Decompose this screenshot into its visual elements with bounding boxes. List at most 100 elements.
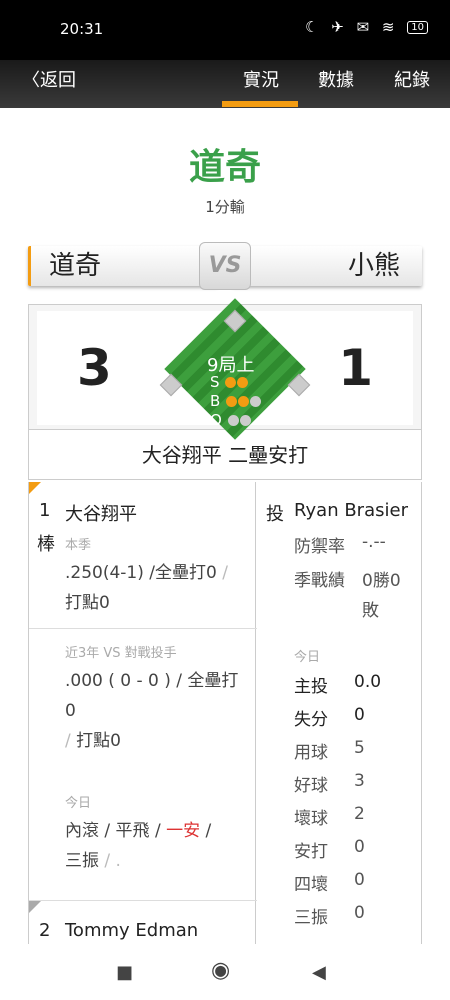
recent-apps-icon[interactable]: ■ (116, 962, 133, 983)
vs-pitcher-stats: .000 ( 0 - 0 ) / 全壘打 0 / 打點0 (65, 666, 251, 756)
vs-icon: VS (199, 242, 251, 290)
batter-label: 棒 (37, 534, 55, 555)
season-label: 本季 (65, 538, 92, 553)
next-batting-order: 2 (39, 920, 51, 941)
today-label: 今日 (65, 796, 92, 811)
field-diamond: 9局上 S B O (159, 298, 311, 440)
strike-dot (237, 377, 249, 388)
tab-record[interactable]: 紀錄 (394, 66, 430, 92)
out-dot (239, 415, 251, 426)
ball-label: B (210, 392, 221, 410)
battery-icon: 10 (407, 21, 428, 34)
winner-team: 道奇 (188, 147, 261, 188)
next-batter-name[interactable]: Tommy Edman (65, 920, 198, 941)
batting-order: 1 (39, 500, 51, 521)
stat-value: 3 (354, 771, 365, 791)
back-icon[interactable]: ◀ (312, 962, 326, 983)
record-row: 季戰績 0勝0 敗 (294, 566, 401, 621)
stat-value: 0.0 (354, 672, 382, 692)
stat-label: 用球 (294, 743, 328, 763)
stat-label: 三振 (294, 908, 328, 928)
pitcher-stat-row: 壞球 2 (294, 804, 365, 829)
pitcher-label: 投 (266, 504, 284, 525)
batter-name[interactable]: 大谷翔平 (65, 500, 137, 526)
current-batter-flag (29, 482, 41, 494)
out-label: O (210, 411, 222, 429)
strike-dot (225, 377, 237, 388)
pitcher-stat-row: 三振 0 (294, 903, 365, 928)
scoreboard-inner: 3 1 9局上 S B O (37, 298, 413, 440)
era-row: 防禦率 -.-- (294, 532, 386, 557)
pitcher-stat-row: 四壞 0 (294, 870, 365, 895)
separator: / (99, 821, 116, 841)
batter-panel: 1 棒 大谷翔平 本季 .250(4-1) /全壘打0 / 打點0 近3年 VS… (28, 482, 257, 944)
vs-line: .000 ( 0 - 0 ) / 全壘打 (65, 671, 239, 691)
divider (29, 900, 257, 901)
home-team-tab[interactable]: 小熊 (232, 246, 422, 286)
era-value: -.-- (362, 532, 386, 552)
pitcher-stat-row: 主投 0.0 (294, 672, 381, 697)
pitcher-stat-row: 用球 5 (294, 738, 365, 763)
stat-value: 0 (354, 837, 365, 857)
top-nav: 〈返回 實況 數據 紀錄 (0, 60, 450, 108)
out-dot (227, 415, 239, 426)
separator: / (65, 731, 71, 751)
stat-value: 2 (354, 804, 365, 824)
vs-line: 0 (65, 701, 76, 721)
stat-value: 5 (354, 738, 365, 758)
stat-label: 失分 (294, 710, 328, 730)
home-score: 1 (338, 339, 373, 397)
today-results: 內滾 / 平飛 / 一安 / 三振 / . (65, 816, 251, 876)
record-value: 0勝0 (362, 571, 401, 591)
at-bat-result: 三振 (65, 851, 99, 871)
season-stats: .250(4-1) /全壘打0 / 打點0 (65, 558, 251, 618)
at-bat-result: 內滾 (65, 821, 99, 841)
season-hr: 全壘打0 (155, 563, 217, 583)
separator: / (200, 821, 212, 841)
vs-pitcher-label: 近3年 VS 對戰投手 (65, 646, 177, 661)
play-description: 大谷翔平 二壘安打 (28, 430, 422, 480)
status-icons: ☾ ✈ ✉ ≋ 10 (305, 18, 428, 36)
home-icon[interactable]: ◉ (211, 958, 230, 983)
away-team-tab[interactable]: 道奇 (28, 246, 218, 286)
away-score: 3 (77, 339, 112, 397)
era-label: 防禦率 (294, 537, 345, 557)
vs-line: 打點0 (76, 731, 121, 751)
separator: / (149, 821, 167, 841)
at-bat-hit: 一安 (166, 821, 201, 841)
strike-count: S (210, 373, 249, 392)
out-count: O (210, 411, 251, 430)
record-label: 季戰績 (294, 571, 345, 591)
record-value-cont: 敗 (362, 601, 379, 621)
separator: / . (99, 851, 121, 871)
game-result: 1分輸 (205, 198, 245, 216)
stat-label: 壞球 (294, 809, 328, 829)
back-button[interactable]: 〈返回 (22, 66, 76, 92)
ball-dot (238, 396, 250, 407)
pitcher-panel: 投 Ryan Brasier 防禦率 -.-- 季戰績 0勝0 敗 今日 主投 0… (256, 482, 422, 944)
at-bat-result: 平飛 (115, 821, 150, 841)
ball-count: B (210, 392, 262, 411)
pitcher-stat-row: 好球 3 (294, 771, 365, 796)
season-avg: .250(4-1) (65, 563, 144, 583)
pitcher-name[interactable]: Ryan Brasier (294, 500, 408, 521)
scoreboard: 3 1 9局上 S B O (28, 298, 422, 440)
system-nav-bar: ■ ◉ ◀ (0, 944, 450, 1000)
tab-stats[interactable]: 數據 (318, 66, 354, 92)
ball-dot (226, 396, 238, 407)
pitcher-today-label: 今日 (294, 650, 321, 665)
next-batter-flag (29, 901, 41, 913)
status-bar: 20:31 ☾ ✈ ✉ ≋ 10 (0, 0, 450, 60)
stat-value: 0 (354, 903, 365, 923)
season-rbi: 打點0 (65, 593, 110, 613)
stat-value: 0 (354, 705, 365, 725)
stat-label: 四壞 (294, 875, 328, 895)
strike-label: S (210, 373, 220, 391)
stat-label: 主投 (294, 677, 328, 697)
tab-live[interactable]: 實況 (243, 66, 279, 92)
ball-dot (250, 396, 262, 407)
stat-value: 0 (354, 870, 365, 890)
status-time: 20:31 (60, 20, 104, 38)
active-tab-indicator (222, 101, 298, 107)
team-matchup: 道奇 小熊 VS (28, 242, 422, 290)
